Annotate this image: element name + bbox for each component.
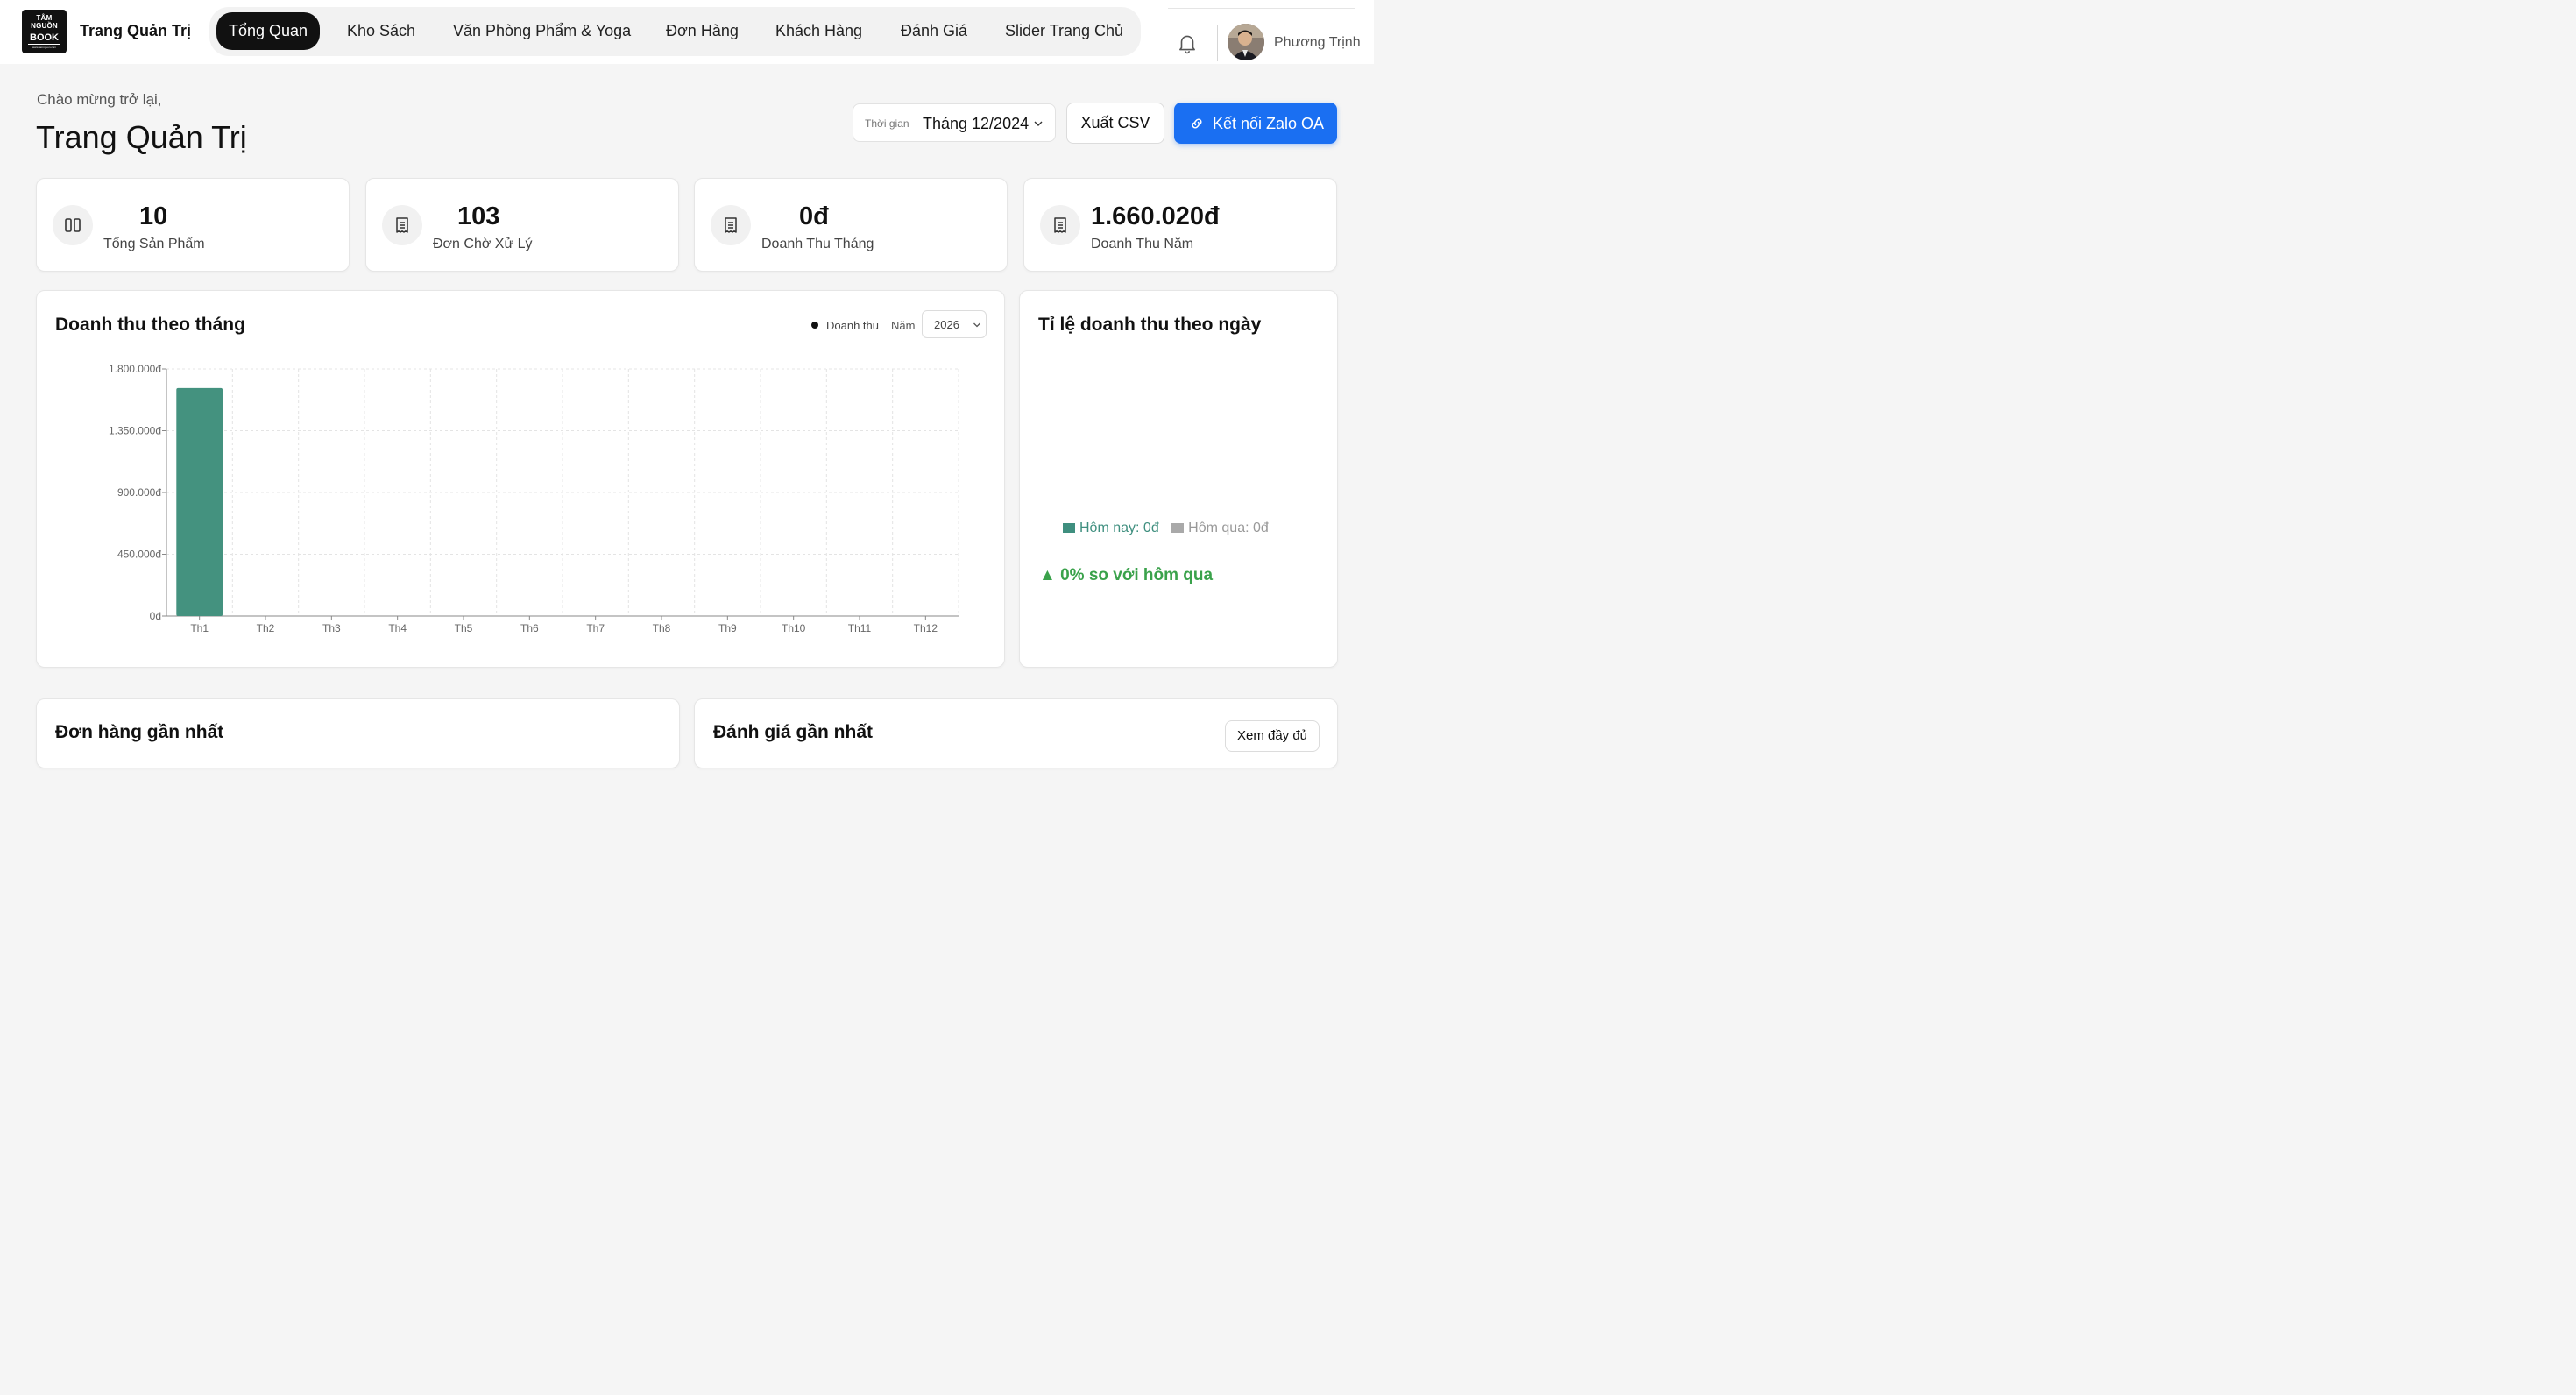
stat-value: 1.660.020đ <box>1091 202 1220 230</box>
x-tick-label: Th1 <box>190 622 209 634</box>
x-tick-label: Th3 <box>322 622 341 634</box>
revenue-bar-chart: 0đ 450.000đ 900.000đ 1.350.000đ 1.800.000đ Th… <box>109 363 959 634</box>
bell-icon[interactable] <box>1176 32 1199 54</box>
today-swatch <box>1063 523 1075 533</box>
x-tick-label: Th9 <box>718 622 737 634</box>
logo-text-4: www.tamnguon.com <box>32 45 56 49</box>
nav-tab-books[interactable]: Kho Sách <box>335 12 428 50</box>
stat-label: Tổng Sản Phẩm <box>103 237 205 251</box>
period-select[interactable]: Thời gian Tháng 12/2024 <box>853 103 1056 142</box>
yesterday-swatch <box>1171 523 1185 533</box>
chevron-down-icon <box>1034 121 1043 126</box>
recent-reviews-title: Đánh giá gần nhất <box>713 722 874 742</box>
nav-tab-reviews[interactable]: Đánh Giá <box>888 12 980 50</box>
x-tick-label: Th8 <box>653 622 671 634</box>
x-tick-label: Th5 <box>455 622 473 634</box>
x-tick-label: Th4 <box>388 622 407 634</box>
ratio-change: ▲ 0% so với hôm qua <box>1039 566 1214 584</box>
user-name[interactable]: Phương Trịnh <box>1274 35 1361 51</box>
export-csv-button[interactable]: Xuất CSV <box>1066 103 1164 144</box>
receipt-icon <box>711 205 751 245</box>
stat-value: 10 <box>139 202 168 230</box>
brand-logo[interactable]: TÂM NGUỒN BOOK www.tamnguon.com <box>22 10 67 53</box>
x-tick-label: Th12 <box>914 622 938 634</box>
stat-value: 103 <box>457 202 500 230</box>
period-label: Thời gian <box>865 117 909 130</box>
x-tick-label: Th6 <box>520 622 539 634</box>
brand-title: Trang Quản Trị <box>80 22 192 39</box>
page-title: Trang Quản Trị <box>36 119 247 155</box>
receipt-icon <box>382 205 422 245</box>
connect-zalo-button[interactable]: Kết nối Zalo OA <box>1174 103 1337 144</box>
recent-orders-title: Đơn hàng gần nhất <box>55 722 224 742</box>
x-tick-label: Th11 <box>848 622 872 634</box>
stat-label: Đơn Chờ Xử Lý <box>433 237 533 251</box>
x-tick-label: Th2 <box>257 622 275 634</box>
nav-tab-stationery[interactable]: Văn Phòng Phẩm & Yoga <box>441 12 643 50</box>
divider <box>1217 25 1218 61</box>
divider <box>1168 8 1355 9</box>
stat-label: Doanh Thu Tháng <box>761 237 874 251</box>
y-tick-label: 1.350.000đ <box>109 425 161 437</box>
logo-text-3: BOOK <box>28 31 60 45</box>
ratio-legend: Hôm nay: 0đ Hôm qua: 0đ <box>1063 520 1269 536</box>
stat-card-month-revenue: 0đ Doanh Thu Tháng <box>694 178 1008 272</box>
top-navbar: TÂM NGUỒN BOOK www.tamnguon.com Trang Qu… <box>0 0 1374 64</box>
logo-text-2: NGUỒN <box>31 21 58 30</box>
y-tick-label: 900.000đ <box>117 486 161 499</box>
daily-ratio-card: Tỉ lệ doanh thu theo ngày Hôm nay: 0đ Hô… <box>1019 290 1338 668</box>
nav-tab-overview[interactable]: Tổng Quan <box>216 12 321 50</box>
ratio-title: Tỉ lệ doanh thu theo ngày <box>1038 315 1262 335</box>
columns-icon <box>53 205 93 245</box>
nav-tab-orders[interactable]: Đơn Hàng <box>654 12 751 50</box>
y-tick-label: 1.800.000đ <box>109 363 161 375</box>
stat-label: Doanh Thu Năm <box>1091 237 1194 251</box>
x-tick-label: Th10 <box>782 622 806 634</box>
connect-zalo-label: Kết nối Zalo OA <box>1213 115 1325 132</box>
view-all-button[interactable]: Xem đầy đủ <box>1225 720 1320 752</box>
x-tick-label: Th7 <box>586 622 605 634</box>
stat-value: 0đ <box>799 202 829 230</box>
y-tick-label: 0đ <box>150 610 162 622</box>
stat-card-year-revenue: 1.660.020đ Doanh Thu Năm <box>1023 178 1337 272</box>
main-nav: Tổng Quan Kho Sách Văn Phòng Phẩm & Yoga… <box>209 7 1141 56</box>
receipt-icon <box>1040 205 1080 245</box>
link-icon <box>1192 118 1202 129</box>
recent-reviews-card: Đánh giá gần nhất Xem đầy đủ <box>694 698 1338 768</box>
revenue-chart-card: Doanh thu theo tháng Doanh thu Năm 2026 … <box>36 290 1005 668</box>
today-label: Hôm nay: 0đ <box>1079 520 1159 535</box>
recent-orders-card: Đơn hàng gần nhất <box>36 698 680 768</box>
stat-card-products: 10 Tổng Sản Phẩm <box>36 178 350 272</box>
y-tick-label: 450.000đ <box>117 549 161 561</box>
stat-card-pending-orders: 103 Đơn Chờ Xử Lý <box>365 178 679 272</box>
nav-tab-customers[interactable]: Khách Hàng <box>763 12 874 50</box>
logo-text-1: TÂM <box>36 13 53 22</box>
avatar[interactable] <box>1228 24 1264 60</box>
period-value: Tháng 12/2024 <box>923 115 1030 132</box>
welcome-text: Chào mừng trở lại, <box>37 91 162 108</box>
revenue-bar <box>176 387 223 616</box>
yesterday-label: Hôm qua: 0đ <box>1188 520 1269 535</box>
nav-tab-slider[interactable]: Slider Trang Chủ <box>993 12 1136 50</box>
